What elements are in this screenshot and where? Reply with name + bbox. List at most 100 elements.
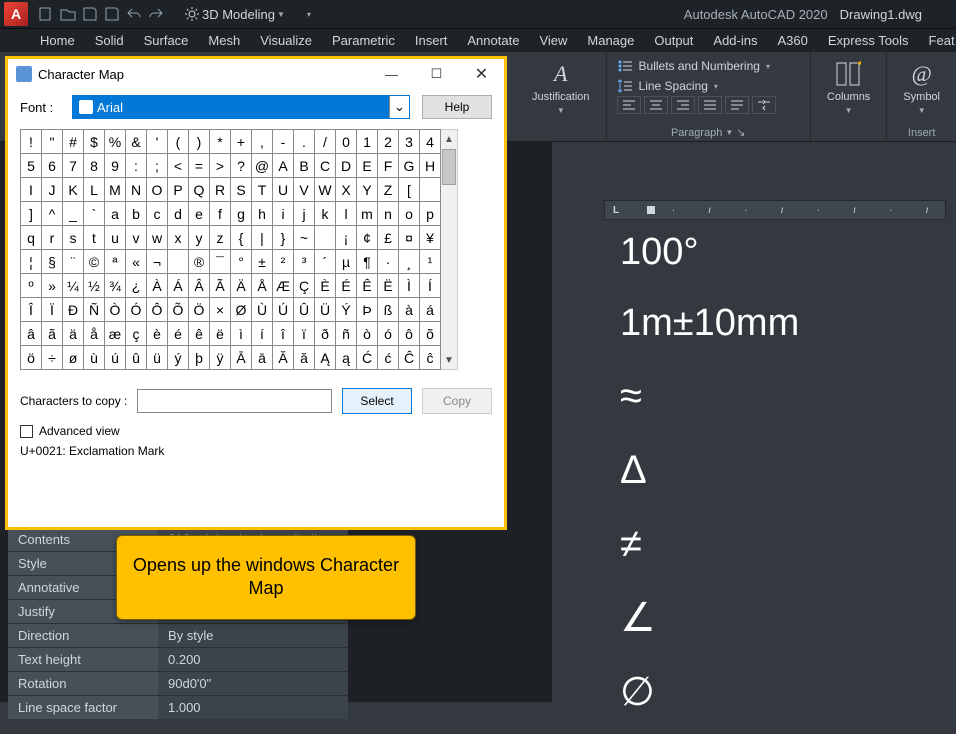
char-cell[interactable]: ] — [21, 202, 42, 226]
linespacing-button[interactable]: Line Spacing ▾ — [617, 76, 800, 96]
char-cell[interactable]: T — [252, 178, 273, 202]
paragraph-label[interactable]: Paragraph ▼ ↘ — [617, 124, 800, 141]
char-cell[interactable]: t — [84, 226, 105, 250]
char-cell[interactable]: | — [252, 226, 273, 250]
char-cell[interactable]: ® — [189, 250, 210, 274]
char-cell[interactable]: » — [42, 274, 63, 298]
char-cell[interactable]: ā — [252, 346, 273, 370]
char-cell[interactable]: Ø — [231, 298, 252, 322]
char-cell[interactable]: ø — [63, 346, 84, 370]
tab-insert[interactable]: Insert — [415, 33, 448, 48]
characters-to-copy-input[interactable] — [137, 389, 332, 413]
char-cell[interactable]: 4 — [420, 130, 441, 154]
char-cell[interactable]: Ć — [357, 346, 378, 370]
char-cell[interactable]: m — [357, 202, 378, 226]
char-cell[interactable]: Á — [168, 274, 189, 298]
char-cell[interactable]: Ý — [336, 298, 357, 322]
char-cell[interactable]: ² — [273, 250, 294, 274]
align-left-button[interactable] — [617, 96, 641, 114]
char-cell[interactable]: Õ — [168, 298, 189, 322]
char-cell[interactable]: ¤ — [399, 226, 420, 250]
char-cell[interactable]: z — [210, 226, 231, 250]
close-button[interactable]: ✕ — [459, 59, 504, 89]
char-cell[interactable]: U — [273, 178, 294, 202]
help-button[interactable]: Help — [422, 95, 492, 119]
grid-scrollbar[interactable]: ▲ ▼ — [441, 129, 458, 370]
char-cell[interactable]: ³ — [294, 250, 315, 274]
char-cell[interactable]: ú — [105, 346, 126, 370]
char-cell[interactable]: P — [168, 178, 189, 202]
char-cell[interactable]: Q — [189, 178, 210, 202]
char-cell[interactable]: ¾ — [105, 274, 126, 298]
font-combobox[interactable]: Arial ⌄ — [72, 95, 410, 119]
justification-button[interactable]: A Justification ▼ — [526, 56, 595, 119]
tab-parametric[interactable]: Parametric — [332, 33, 395, 48]
char-cell[interactable]: - — [273, 130, 294, 154]
char-cell[interactable]: & — [126, 130, 147, 154]
tab-output[interactable]: Output — [654, 33, 693, 48]
char-cell[interactable]: > — [210, 154, 231, 178]
tab-add-ins[interactable]: Add-ins — [713, 33, 757, 48]
char-cell[interactable]: Ë — [378, 274, 399, 298]
char-cell[interactable]: Î — [21, 298, 42, 322]
char-cell[interactable]: ° — [231, 250, 252, 274]
char-cell[interactable]: § — [42, 250, 63, 274]
char-cell[interactable]: × — [210, 298, 231, 322]
char-cell[interactable]: ^ — [42, 202, 63, 226]
char-cell[interactable]: b — [126, 202, 147, 226]
tab-mesh[interactable]: Mesh — [208, 33, 240, 48]
tab-view[interactable]: View — [539, 33, 567, 48]
char-cell[interactable]: Â — [189, 274, 210, 298]
char-cell[interactable]: ý — [168, 346, 189, 370]
char-cell[interactable]: j — [294, 202, 315, 226]
char-cell[interactable]: ± — [252, 250, 273, 274]
char-cell[interactable]: Y — [357, 178, 378, 202]
saveas-icon[interactable] — [104, 6, 120, 22]
tab-stop-icon[interactable] — [647, 206, 655, 214]
char-cell[interactable]: ª — [105, 250, 126, 274]
scroll-up-icon[interactable]: ▲ — [441, 130, 457, 148]
char-cell[interactable]: © — [84, 250, 105, 274]
char-cell[interactable]: î — [273, 322, 294, 346]
char-cell[interactable]: , — [252, 130, 273, 154]
char-cell[interactable]: * — [210, 130, 231, 154]
char-cell[interactable]: ) — [189, 130, 210, 154]
char-cell[interactable]: ~ — [294, 226, 315, 250]
char-cell[interactable]: J — [42, 178, 63, 202]
char-cell[interactable]: Ñ — [84, 298, 105, 322]
align-special-button[interactable] — [752, 96, 776, 114]
char-cell[interactable]: : — [126, 154, 147, 178]
char-cell[interactable] — [315, 226, 336, 250]
tab-surface[interactable]: Surface — [144, 33, 189, 48]
select-button[interactable]: Select — [342, 388, 412, 414]
tab-home[interactable]: Home — [40, 33, 75, 48]
char-cell[interactable]: V — [294, 178, 315, 202]
char-cell[interactable]: ¼ — [63, 274, 84, 298]
char-cell[interactable]: 9 — [105, 154, 126, 178]
char-cell[interactable]: ä — [63, 322, 84, 346]
maximize-button[interactable]: ☐ — [414, 59, 459, 89]
char-cell[interactable]: N — [126, 178, 147, 202]
scroll-down-icon[interactable]: ▼ — [441, 351, 457, 369]
char-cell[interactable]: R — [210, 178, 231, 202]
property-row[interactable]: Text height0.200 — [8, 647, 348, 671]
char-cell[interactable]: Ą — [315, 346, 336, 370]
char-cell[interactable]: 1 — [357, 130, 378, 154]
char-cell[interactable]: £ — [378, 226, 399, 250]
char-cell[interactable]: { — [231, 226, 252, 250]
bullets-button[interactable]: Bullets and Numbering ▾ — [617, 56, 800, 76]
char-cell[interactable]: ü — [147, 346, 168, 370]
char-cell[interactable]: W — [315, 178, 336, 202]
property-row[interactable]: Line space factor1.000 — [8, 695, 348, 719]
char-cell[interactable]: Ã — [210, 274, 231, 298]
char-cell[interactable]: G — [399, 154, 420, 178]
char-cell[interactable]: à — [399, 298, 420, 322]
char-cell[interactable]: d — [168, 202, 189, 226]
char-cell[interactable]: º — [21, 274, 42, 298]
char-cell[interactable]: ; — [147, 154, 168, 178]
char-cell[interactable]: ¶ — [357, 250, 378, 274]
copy-button[interactable]: Copy — [422, 388, 492, 414]
char-cell[interactable]: I — [21, 178, 42, 202]
char-cell[interactable]: ò — [357, 322, 378, 346]
char-cell[interactable]: v — [126, 226, 147, 250]
